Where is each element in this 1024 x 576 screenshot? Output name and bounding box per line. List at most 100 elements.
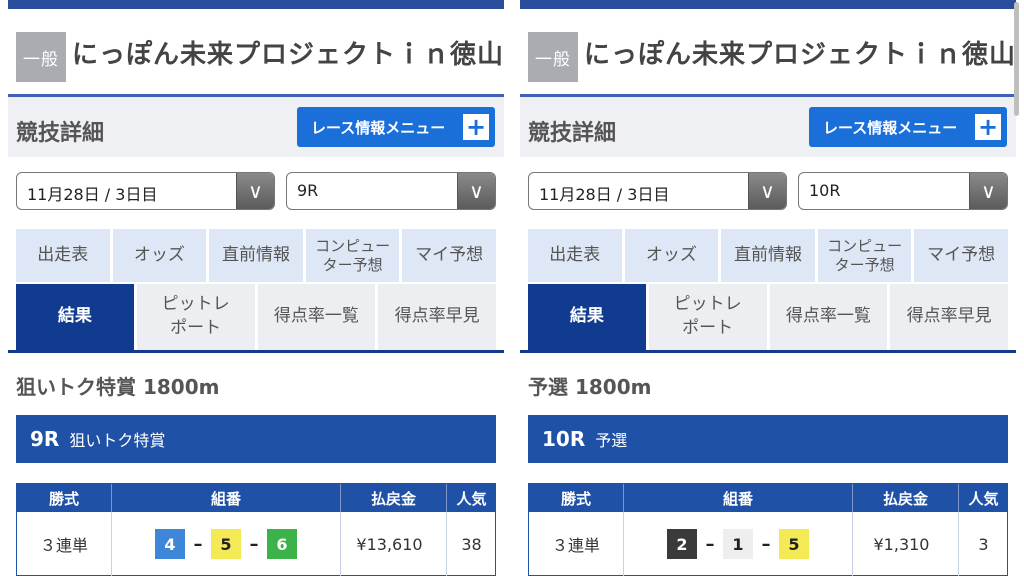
tabs-row-2: 結果 ピットレ ポート 得点率一覧 得点率早見 [16,284,496,350]
combination: 2 – 1 – 5 [623,512,852,576]
tab-computer-prediction-label: コンピュー ター予想 [315,236,391,274]
race-info-menu-label: レース情報メニュー [311,118,446,137]
race-select[interactable]: 9R ∨ [286,172,496,210]
grade-badge: 一般 [16,32,66,82]
venue-header: 一般 にっぽん未来プロジェクトｉｎ徳山 [8,16,504,94]
day-select-value: 11月28日 / 3日目 [27,185,158,204]
header-popularity: 人気 [446,484,496,512]
header-bet-type: 勝式 [560,489,591,508]
table-row: ３連単 2 – 1 – 5 ¥1,310 3 [529,512,1007,576]
detail-bar: 競技詳細 レース情報メニュー + [8,97,504,157]
race-number: 9R [30,427,60,451]
race-select-value: 10R [809,181,841,200]
tab-pre-race-info[interactable]: 直前情報 [721,229,815,282]
grade-badge: 一般 [528,32,578,82]
tab-my-prediction[interactable]: マイ予想 [914,229,1008,282]
tabs-divider [520,350,1016,353]
race-info-menu-button[interactable]: レース情報メニュー + [297,107,495,147]
race-select[interactable]: 10R ∨ [798,172,1008,210]
top-bar [520,0,1016,9]
tabs-row-1: 出走表 オッズ 直前情報 コンピュー ター予想 マイ予想 [528,229,1008,282]
tab-pit-report-label: ピットレ ポート [161,294,230,338]
tab-score-rate-quick[interactable]: 得点率早見 [890,284,1008,350]
combination: 4 – 5 – 6 [111,512,340,576]
day-select-value: 11月28日 / 3日目 [539,185,670,204]
table-header: 勝式 組番 払戻金 人気 [529,484,1007,512]
header-bet-type: 勝式 [48,489,79,508]
boat-number: 4 [155,529,185,559]
header-payout: 払戻金 [340,484,446,512]
venue-title: にっぽん未来プロジェクトｉｎ徳山 [584,40,1016,70]
boat-number: 1 [723,529,753,559]
tab-pit-report[interactable]: ピットレ ポート [136,284,255,350]
race-number: 10R [542,427,586,451]
tab-pit-report[interactable]: ピットレ ポート [648,284,767,350]
venue-header: 一般 にっぽん未来プロジェクトｉｎ徳山 [520,16,1016,94]
venue-title: にっぽん未来プロジェクトｉｎ徳山 [72,40,504,70]
tab-computer-prediction[interactable]: コンピュー ター予想 [817,229,912,282]
tab-results[interactable]: 結果 [528,284,646,350]
tab-my-prediction[interactable]: マイ予想 [402,229,496,282]
tabs-divider [8,350,504,353]
dash: – [193,533,203,555]
tab-pit-report-label: ピットレ ポート [673,294,742,338]
chevron-down-icon: ∨ [969,173,1007,209]
boat-number: 5 [211,529,241,559]
top-bar [8,0,504,9]
header-combination: 組番 [623,484,852,512]
popularity: 3 [958,512,1008,576]
payout: ¥13,610 [340,512,446,576]
plus-icon: + [975,114,1001,140]
table-header: 勝式 組番 払戻金 人気 [17,484,495,512]
dash: – [249,533,259,555]
tab-score-rate-quick[interactable]: 得点率早見 [378,284,496,350]
tab-score-rate-list[interactable]: 得点率一覧 [257,284,376,350]
plus-icon: + [463,114,489,140]
tabs-row-1: 出走表 オッズ 直前情報 コンピュー ター予想 マイ予想 [16,229,496,282]
popularity: 38 [446,512,496,576]
tab-pre-race-info[interactable]: 直前情報 [209,229,303,282]
race-heading: 予選 1800m [528,375,652,399]
race-heading: 狙いトク特賞 1800m [16,375,220,399]
result-table: 勝式 組番 払戻金 人気 ３連単 2 – 1 – 5 ¥1,310 3 [528,483,1008,576]
boat-number: 2 [667,529,697,559]
header-combination: 組番 [111,484,340,512]
bet-type: ３連単 [39,536,88,555]
boat-number: 5 [779,529,809,559]
dash: – [705,533,715,555]
race-info-menu-label: レース情報メニュー [823,118,958,137]
race-banner: 9R 狙いトク特賞 [16,415,496,463]
race-panel-left: 一般 にっぽん未来プロジェクトｉｎ徳山 競技詳細 レース情報メニュー + 11月… [8,0,504,576]
tabs-row-2: 結果 ピットレ ポート 得点率一覧 得点率早見 [528,284,1008,350]
race-info-menu-button[interactable]: レース情報メニュー + [809,107,1007,147]
tab-odds[interactable]: オッズ [112,229,207,282]
tab-score-rate-list[interactable]: 得点率一覧 [769,284,888,350]
tab-entry-list[interactable]: 出走表 [528,229,622,282]
chevron-down-icon: ∨ [236,173,274,209]
payout: ¥1,310 [852,512,958,576]
table-row: ３連単 4 – 5 – 6 ¥13,610 38 [17,512,495,576]
day-select[interactable]: 11月28日 / 3日目 ∨ [528,172,787,210]
race-panel-right: 一般 にっぽん未来プロジェクトｉｎ徳山 競技詳細 レース情報メニュー + 11月… [520,0,1016,576]
tab-computer-prediction-label: コンピュー ター予想 [827,236,903,274]
scrollbar[interactable] [1014,2,1019,116]
race-name: 予選 [595,431,628,450]
tab-entry-list[interactable]: 出走表 [16,229,110,282]
boat-number: 6 [267,529,297,559]
dash: – [761,533,771,555]
tab-results[interactable]: 結果 [16,284,134,350]
chevron-down-icon: ∨ [457,173,495,209]
bet-type: ３連単 [551,536,600,555]
tab-computer-prediction[interactable]: コンピュー ター予想 [305,229,400,282]
detail-title: 競技詳細 [528,121,617,146]
header-payout: 払戻金 [852,484,958,512]
race-banner: 10R 予選 [528,415,1008,463]
day-select[interactable]: 11月28日 / 3日目 ∨ [16,172,275,210]
chevron-down-icon: ∨ [748,173,786,209]
detail-title: 競技詳細 [16,121,105,146]
race-name: 狙いトク特賞 [69,431,166,450]
detail-bar: 競技詳細 レース情報メニュー + [520,97,1016,157]
header-popularity: 人気 [958,484,1008,512]
tab-odds[interactable]: オッズ [624,229,719,282]
result-table: 勝式 組番 払戻金 人気 ３連単 4 – 5 – 6 ¥13,610 38 [16,483,496,576]
